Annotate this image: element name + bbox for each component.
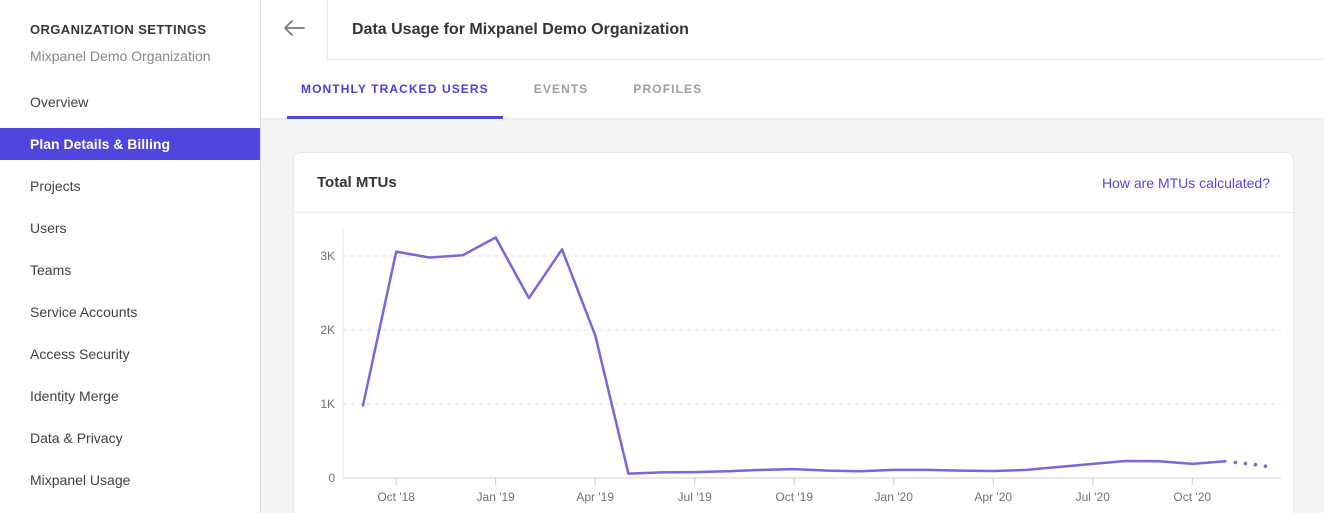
sidebar-nav: Overview Plan Details & Billing ProjectsUs… — [0, 81, 260, 501]
x-axis-tick-label: Oct '19 — [775, 490, 813, 504]
sidebar-item-mixpanel-usage[interactable]: Mixpanel Usage — [0, 459, 260, 501]
y-axis-tick-label: 2K — [320, 323, 335, 337]
forecast-dot — [1234, 461, 1238, 465]
forecast-dot — [1254, 463, 1258, 467]
sidebar-title: ORGANIZATION SETTINGS — [30, 20, 230, 37]
tab-monthly-tracked-users[interactable]: MONTHLY TRACKED USERS — [287, 60, 503, 118]
organization-name: Mixpanel Demo Organization — [30, 48, 230, 64]
forecast-dot — [1264, 464, 1268, 468]
sidebar-item-identity-merge[interactable]: Identity Merge — [0, 375, 260, 417]
x-axis-tick-label: Jan '19 — [477, 490, 516, 504]
y-axis-tick-label: 1K — [320, 397, 335, 411]
tab-profiles[interactable]: PROFILES — [619, 60, 716, 118]
sidebar-item-plan-details-billing[interactable]: Plan Details & Billing — [0, 128, 260, 160]
how-are-mtus-calculated-link[interactable]: How are MTUs calculated? — [1102, 175, 1270, 191]
sidebar-item-data-privacy[interactable]: Data & Privacy — [0, 417, 260, 459]
x-axis-tick-label: Apr '19 — [576, 490, 614, 504]
y-axis-tick-label: 3K — [320, 249, 335, 263]
sidebar-item-projects[interactable]: Projects — [0, 165, 260, 207]
forecast-dot — [1244, 462, 1248, 466]
sidebar-item-service-accounts[interactable]: Service Accounts — [0, 291, 260, 333]
x-axis-tick-label: Jan '20 — [875, 490, 914, 504]
mtu-series-line — [363, 238, 1225, 474]
sidebar: ORGANIZATION SETTINGS Mixpanel Demo Orga… — [0, 0, 261, 513]
arrow-left-icon — [282, 18, 306, 43]
content-area: Total MTUs How are MTUs calculated? 0 1K 2… — [261, 119, 1324, 513]
topbar: Data Usage for Mixpanel Demo Organizatio… — [261, 0, 1324, 60]
x-axis-tick-label: Jul '20 — [1076, 490, 1111, 504]
sidebar-item-teams[interactable]: Teams — [0, 249, 260, 291]
mtu-chart-svg: 0 1K 2K 3K Oct '18 Jan '19 Apr '19 Jul '19 Oct '… — [294, 213, 1295, 513]
back-button[interactable] — [261, 0, 328, 60]
card-title: Total MTUs — [317, 174, 397, 191]
x-axis-tick-label: Oct '20 — [1173, 490, 1211, 504]
organization-settings-screen: ORGANIZATION SETTINGS Mixpanel Demo Orga… — [0, 0, 1324, 513]
y-axis-tick-label: 0 — [328, 471, 335, 485]
page-title: Data Usage for Mixpanel Demo Organizatio… — [352, 21, 689, 39]
main-area: Data Usage for Mixpanel Demo Organizatio… — [261, 0, 1324, 513]
total-mtus-card: Total MTUs How are MTUs calculated? 0 1K 2… — [293, 152, 1294, 513]
x-axis-tick-label: Apr '20 — [974, 490, 1012, 504]
sidebar-item-access-security[interactable]: Access Security — [0, 333, 260, 375]
x-axis-tick-label: Jul '19 — [678, 490, 713, 504]
sidebar-item-users[interactable]: Users — [0, 207, 260, 249]
tab-events[interactable]: EVENTS — [520, 60, 603, 118]
mtu-line-chart[interactable]: 0 1K 2K 3K Oct '18 Jan '19 Apr '19 Jul '19 Oct '… — [294, 213, 1295, 513]
tab-bar: MONTHLY TRACKED USERS EVENTS PROFILES — [261, 60, 1324, 119]
sidebar-item-overview[interactable]: Overview — [0, 81, 260, 123]
x-axis-tick-label: Oct '18 — [377, 490, 415, 504]
